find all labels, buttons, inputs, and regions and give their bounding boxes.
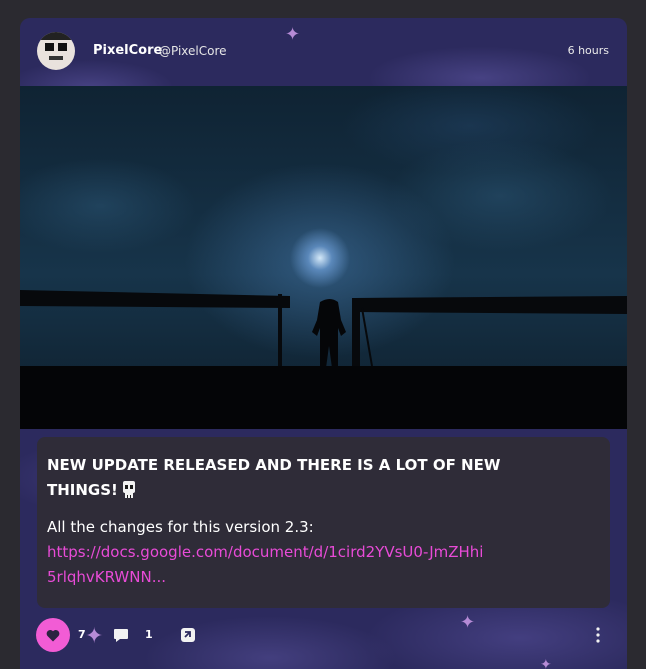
post-timestamp: 6 hours: [567, 44, 609, 57]
heart-icon: [46, 629, 60, 641]
action-bar: 7 1: [20, 614, 627, 654]
speech-bubble-icon[interactable]: [113, 627, 129, 643]
comment-count: 1: [145, 628, 153, 641]
post-content: NEW UPDATE RELEASED AND THERE IS A LOT O…: [37, 437, 610, 608]
post-body: All the changes for this version 2.3:: [47, 518, 314, 536]
skull-icon: [122, 481, 135, 498]
post-image[interactable]: [20, 86, 627, 429]
like-count: 7: [78, 628, 86, 641]
sparkle-icon: ✦: [540, 657, 552, 669]
author-handle[interactable]: @PixelCore: [159, 44, 227, 58]
avatar[interactable]: [37, 32, 75, 70]
author-name[interactable]: PixelCore: [93, 43, 162, 58]
more-vertical-icon[interactable]: [595, 627, 601, 643]
share-icon[interactable]: [180, 627, 196, 643]
like-button[interactable]: [36, 618, 70, 652]
post-link[interactable]: https://docs.google.com/document/d/1cird…: [47, 540, 487, 590]
post-title: NEW UPDATE RELEASED AND THERE IS A LOT O…: [47, 456, 501, 499]
post-card: ✦ ✦ ✦ ✦ PixelCore @PixelCore 6 hours NEW…: [20, 18, 627, 669]
post-header: PixelCore @PixelCore 6 hours: [20, 18, 627, 86]
